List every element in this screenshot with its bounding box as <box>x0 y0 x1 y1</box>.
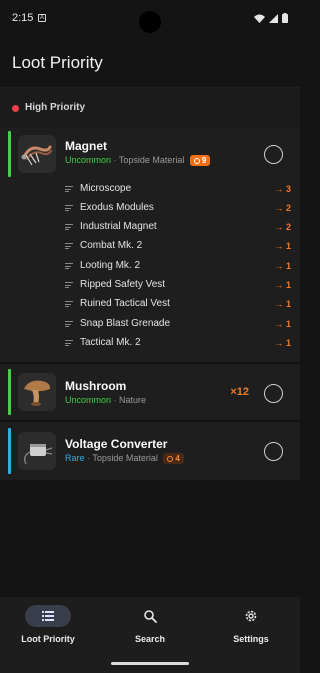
list-item-count: → 1 <box>274 261 291 271</box>
app-screen: 2:15 A Loot Priority High Priority Magne… <box>0 0 300 673</box>
category-label: Topside Material <box>92 453 158 463</box>
nav-loot-priority[interactable]: Loot Priority <box>3 605 93 651</box>
badge-count: 9 <box>201 156 207 166</box>
list-item-label: Exodus Modules <box>80 202 154 213</box>
list-item: Tactical Mk. 2 → 1 <box>60 334 300 353</box>
nav-label: Loot Priority <box>21 634 75 644</box>
list-item: Ripped Safety Vest → 1 <box>60 276 300 295</box>
list-item-count: → 3 <box>274 184 291 194</box>
list-bullet-icon <box>65 263 73 270</box>
list-item-label: Ripped Safety Vest <box>80 279 166 290</box>
priority-dot-icon <box>12 105 19 112</box>
item-meta: Uncommon · Topside Material 9 <box>65 155 211 167</box>
list-item-count: → 1 <box>274 241 291 251</box>
badge-count: 4 <box>175 454 180 464</box>
item-meta: Rare · Topside Material 4 <box>65 453 184 465</box>
section-header-high-priority: High Priority <box>0 87 300 127</box>
item-card-voltage-converter[interactable]: Voltage Converter Rare · Topside Materia… <box>0 422 300 480</box>
item-name: Voltage Converter <box>65 437 168 451</box>
list-bullet-icon <box>65 301 73 308</box>
nav-active-indicator <box>25 605 71 627</box>
status-icons <box>254 13 288 23</box>
list-item-count: → 2 <box>274 222 291 232</box>
rarity-accent-bar <box>8 131 11 177</box>
gear-icon <box>167 456 174 463</box>
list-item-label: Snap Blast Grenade <box>80 318 171 329</box>
list-item: Snap Blast Grenade → 1 <box>60 315 300 334</box>
list-icon <box>42 611 54 621</box>
category-label: Nature <box>119 395 147 405</box>
list-item-count: → 1 <box>274 280 291 290</box>
status-bar: 2:15 A <box>0 0 300 36</box>
list-bullet-icon <box>65 224 73 231</box>
list-item-label: Tactical Mk. 2 <box>80 337 141 348</box>
battery-icon <box>282 13 288 23</box>
item-card-magnet[interactable]: Magnet Uncommon · Topside Material 9 Mic… <box>0 127 300 362</box>
list-bullet-icon <box>65 205 73 212</box>
nav-icon-wrapper <box>228 605 274 627</box>
mushroom-image-icon <box>24 380 51 406</box>
nav-icon-wrapper <box>127 605 173 627</box>
list-bullet-icon <box>65 186 73 193</box>
list-item: Exodus Modules → 2 <box>60 199 300 218</box>
voltage-converter-thumbnail <box>18 432 56 470</box>
magnet-thumbnail <box>18 135 56 173</box>
list-item-count: → 2 <box>274 203 291 213</box>
rarity-label: Rare <box>65 453 85 463</box>
list-item-label: Combat Mk. 2 <box>80 240 143 251</box>
list-item: Combat Mk. 2 → 1 <box>60 237 300 256</box>
collected-checkbox[interactable] <box>264 442 283 461</box>
list-item: Microscope → 3 <box>60 180 300 199</box>
list-item-count: → 1 <box>274 338 291 348</box>
list-item-count: → 1 <box>274 319 291 329</box>
list-item: Industrial Magnet → 2 <box>60 218 300 237</box>
notification-icon: A <box>38 14 46 22</box>
list-item-count: → 1 <box>274 299 291 309</box>
search-icon <box>143 609 157 623</box>
home-indicator[interactable] <box>111 662 189 665</box>
gear-icon <box>193 158 200 165</box>
list-item-label: Ruined Tactical Vest <box>80 298 170 309</box>
requirement-badge: 4 <box>163 453 184 465</box>
status-time: 2:15 <box>12 12 34 24</box>
rarity-label: Uncommon <box>65 395 112 405</box>
magnet-image-icon <box>21 145 52 166</box>
list-bullet-icon <box>65 243 73 250</box>
rarity-label: Uncommon <box>65 155 112 165</box>
mushroom-thumbnail <box>18 373 56 411</box>
collected-checkbox[interactable] <box>264 384 283 403</box>
list-bullet-icon <box>65 340 73 347</box>
quantity-label: ×12 <box>230 386 249 398</box>
list-item-label: Industrial Magnet <box>80 221 157 232</box>
wifi-icon <box>254 14 265 23</box>
camera-cutout <box>139 11 161 33</box>
item-name: Magnet <box>65 139 107 153</box>
item-name: Mushroom <box>65 379 127 393</box>
rarity-accent-bar <box>8 369 11 415</box>
nav-label: Search <box>134 634 166 644</box>
page-title: Loot Priority <box>12 53 103 72</box>
section-label: High Priority <box>25 102 86 113</box>
nav-search[interactable]: Search <box>105 605 195 651</box>
collected-checkbox[interactable] <box>264 145 283 164</box>
item-card-mushroom[interactable]: Mushroom Uncommon · Nature ×12 <box>0 364 300 420</box>
nav-settings[interactable]: Settings <box>206 605 296 651</box>
category-label: Topside Material <box>118 155 185 165</box>
requirement-badge: 9 <box>189 155 211 167</box>
list-item: Ruined Tactical Vest → 1 <box>60 295 300 314</box>
rarity-accent-bar <box>8 428 11 474</box>
list-item-label: Microscope <box>80 183 132 194</box>
nav-label: Settings <box>233 634 269 644</box>
signal-icon <box>269 13 278 23</box>
voltage-converter-image-icon <box>24 444 53 465</box>
list-bullet-icon <box>65 321 73 328</box>
gear-icon <box>245 610 257 622</box>
list-item-label: Looting Mk. 2 <box>80 260 141 271</box>
list-bullet-icon <box>65 282 73 289</box>
list-item: Looting Mk. 2 → 1 <box>60 257 300 276</box>
item-meta: Uncommon · Nature <box>65 395 146 405</box>
